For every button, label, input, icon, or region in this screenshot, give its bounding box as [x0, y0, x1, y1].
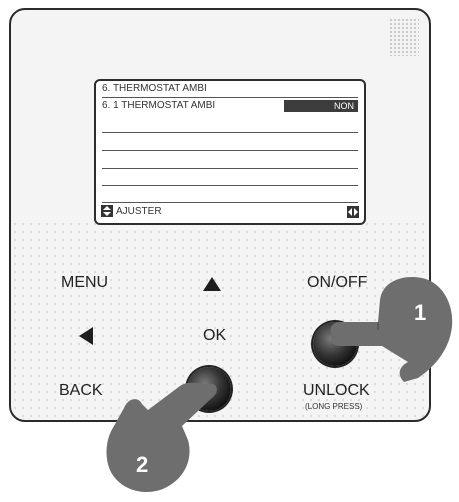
callout-number-2: 2: [136, 452, 149, 477]
lcd-divider: [102, 132, 358, 133]
unlock-hint: (LONG PRESS): [305, 402, 363, 411]
callout-number-1: 1: [414, 300, 427, 325]
lcd-divider: [102, 202, 358, 203]
up-triangle-icon[interactable]: [202, 276, 222, 292]
lcd-divider: [102, 168, 358, 169]
screen-title: 6. THERMOSTAT AMBI: [102, 83, 207, 94]
hand-pointer-2-icon: [106, 382, 217, 492]
menu-button[interactable]: MENU: [61, 274, 108, 292]
menu-item-value: NON: [284, 100, 358, 112]
hand-pointer-1-icon: [330, 276, 453, 382]
screen-footer: AJUSTER: [101, 205, 359, 219]
up-down-arrows-icon: [101, 205, 113, 218]
menu-item-thermostat[interactable]: 6. 1 THERMOSTAT AMBI NON: [102, 98, 358, 114]
lcd-screen: 6. THERMOSTAT AMBI 6. 1 THERMOSTAT AMBI …: [94, 79, 366, 225]
left-right-arrows-icon: [347, 206, 359, 218]
lcd-divider: [102, 150, 358, 151]
menu-item-label: 6. 1 THERMOSTAT AMBI: [102, 100, 216, 111]
footer-label: AJUSTER: [116, 206, 162, 217]
ok-button[interactable]: OK: [203, 327, 226, 345]
left-triangle-icon[interactable]: [78, 326, 94, 346]
sensor-grille: [389, 18, 419, 56]
lcd-divider: [102, 185, 358, 186]
